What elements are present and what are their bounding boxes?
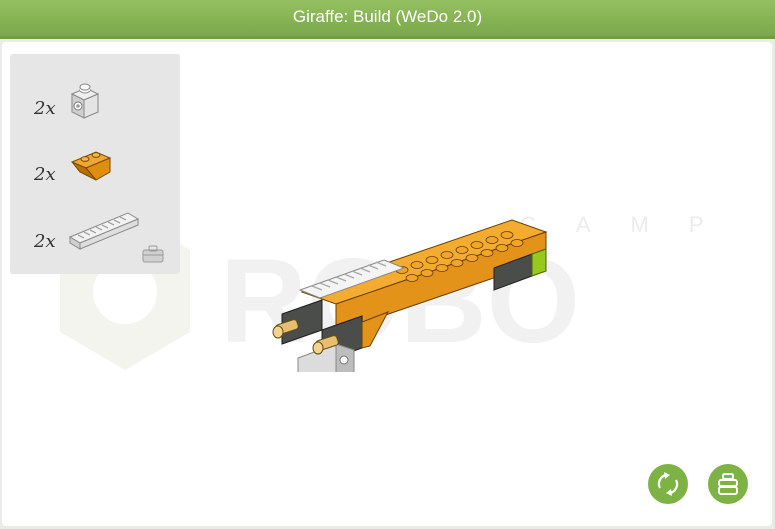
- model-render[interactable]: [262, 172, 562, 372]
- build-canvas[interactable]: ROBO CAMP 2x 2x: [2, 42, 772, 526]
- part-quantity: 2x: [34, 164, 56, 185]
- rotate-view-icon: [657, 472, 679, 496]
- show-parts-button[interactable]: [708, 464, 748, 504]
- part-row-inverted-slope: 2x: [10, 142, 180, 202]
- part-row-technic-brick: 2x: [10, 76, 180, 136]
- window-title: Giraffe: Build (WeDo 2.0): [0, 0, 775, 39]
- gear-rack-icon: [68, 212, 140, 250]
- toolbox-icon: [718, 473, 738, 495]
- technic-brick-1x1-icon: [70, 83, 100, 119]
- part-quantity: 2x: [34, 98, 56, 119]
- inverted-slope-brick-icon: [70, 151, 112, 181]
- parts-list-panel: 2x 2x 2x: [10, 54, 180, 274]
- toolbox-icon[interactable]: [140, 244, 166, 264]
- rotate-view-button[interactable]: [648, 464, 688, 504]
- part-quantity: 2x: [34, 231, 56, 252]
